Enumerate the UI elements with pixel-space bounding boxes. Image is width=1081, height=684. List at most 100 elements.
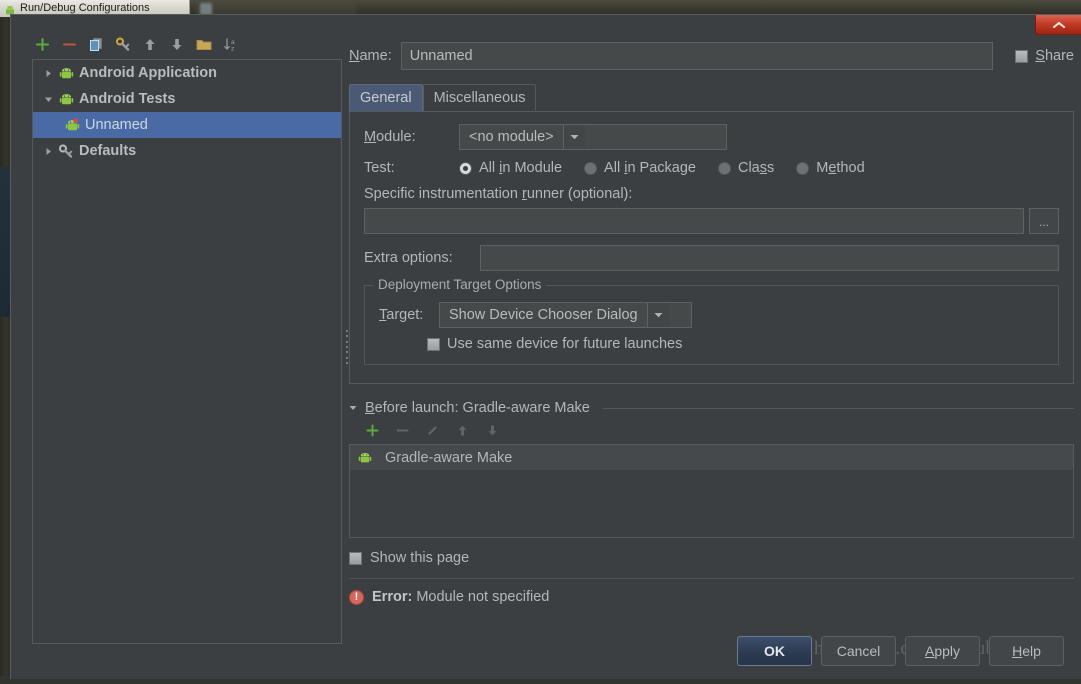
- sort-alphabetically-icon[interactable]: a z: [222, 35, 240, 53]
- extra-options-label: Extra options:: [364, 250, 453, 266]
- radio-label: All in Module: [479, 160, 563, 176]
- chevron-down-icon[interactable]: [562, 125, 585, 149]
- radio-label: Method: [816, 160, 865, 176]
- status-separator: [349, 578, 1074, 579]
- apply-button[interactable]: Apply: [905, 636, 980, 666]
- chevron-down-icon[interactable]: [349, 405, 359, 411]
- edit-pencil-icon[interactable]: [423, 421, 441, 439]
- android-icon: [57, 90, 75, 108]
- share-checkbox[interactable]: Share: [1015, 48, 1074, 64]
- wrench-icon: [57, 142, 75, 160]
- radio-label: All in Package: [604, 160, 696, 176]
- target-combobox[interactable]: Show Device Chooser Dialog: [439, 302, 692, 328]
- dialog-button-bar: OK Cancel Apply Help: [11, 633, 1081, 669]
- test-label: Test:: [364, 160, 395, 176]
- help-button[interactable]: Help: [989, 636, 1064, 666]
- test-scope-radio-group: All in Module All in Package Class Metho…: [459, 160, 865, 176]
- tree-item-label: Unnamed: [85, 117, 148, 133]
- tree-item-label: Defaults: [79, 143, 137, 159]
- configuration-editor: Name: Share General Miscellaneous Module…: [349, 31, 1074, 645]
- test-scope-row: Test: All in Module All in Package Class…: [364, 160, 1059, 176]
- android-test-icon: [63, 116, 81, 134]
- move-up-icon[interactable]: [141, 35, 159, 53]
- desktop-left-strip: [0, 17, 10, 684]
- before-launch-rule: [602, 407, 1074, 409]
- radio-method[interactable]: Method: [796, 160, 865, 176]
- add-icon[interactable]: [33, 35, 51, 53]
- share-label: Share: [1035, 48, 1074, 64]
- ok-button[interactable]: OK: [737, 636, 812, 666]
- radio-dot[interactable]: [459, 161, 472, 175]
- copy-icon[interactable]: [87, 35, 105, 53]
- error-text: Error: Module not specified: [372, 589, 549, 605]
- radio-dot[interactable]: [796, 161, 810, 175]
- tree-item-label: Android Tests: [79, 91, 176, 107]
- screen: Run/Debug Configurations a z Android App…: [0, 0, 1081, 684]
- radio-class[interactable]: Class: [717, 160, 775, 176]
- tab-general[interactable]: General: [349, 84, 423, 111]
- error-prefix: Error:: [372, 589, 413, 605]
- checkbox-box[interactable]: [349, 551, 362, 565]
- same-device-row: Use same device for future launches: [379, 336, 1044, 352]
- checkbox-box[interactable]: [1015, 49, 1029, 63]
- radio-dot[interactable]: [584, 161, 598, 175]
- android-icon: [356, 449, 374, 467]
- error-icon: !: [349, 589, 364, 605]
- move-down-icon[interactable]: [168, 35, 186, 53]
- remove-icon[interactable]: [393, 421, 411, 439]
- module-label: Module:: [364, 129, 416, 145]
- module-combobox[interactable]: <no module>: [459, 124, 727, 150]
- general-tab-panel: Module: <no module> Test: All in Module: [349, 111, 1074, 384]
- radio-all-in-module[interactable]: All in Module: [459, 160, 562, 176]
- tree-item-android-application[interactable]: Android Application: [33, 60, 341, 86]
- configurations-pane: a z Android Application Android Tests Un…: [22, 31, 342, 645]
- radio-label: Class: [737, 160, 775, 176]
- extra-options-input[interactable]: [480, 245, 1059, 271]
- close-icon: [1052, 21, 1065, 28]
- tab-miscellaneous[interactable]: Miscellaneous: [422, 84, 537, 111]
- name-input[interactable]: [400, 42, 994, 70]
- error-message: Module not specified: [416, 589, 550, 605]
- cancel-button[interactable]: Cancel: [821, 636, 896, 666]
- tree-item-defaults[interactable]: Defaults: [33, 138, 341, 164]
- configurations-toolbar: a z: [22, 31, 342, 57]
- folder-icon[interactable]: [195, 35, 213, 53]
- before-launch-list[interactable]: Gradle-aware Make: [349, 444, 1074, 538]
- target-value: Show Device Chooser Dialog: [449, 307, 638, 323]
- save-configuration-icon[interactable]: [114, 35, 132, 53]
- radio-all-in-package[interactable]: All in Package: [584, 160, 696, 176]
- name-row: Name: Share: [349, 41, 1074, 71]
- use-same-device-checkbox[interactable]: Use same device for future launches: [427, 336, 682, 352]
- android-studio-icon: [4, 3, 16, 15]
- deployment-target-options-title: Deployment Target Options: [373, 277, 547, 292]
- configurations-tree[interactable]: Android Application Android Tests Unname…: [32, 59, 342, 644]
- list-item[interactable]: Gradle-aware Make: [350, 445, 1073, 470]
- list-item-label: Gradle-aware Make: [385, 449, 513, 466]
- checkbox-box[interactable]: [427, 337, 440, 351]
- instrumentation-runner-label: Specific instrumentation runner (optiona…: [364, 186, 633, 202]
- chevron-right-icon[interactable]: [39, 60, 57, 86]
- radio-dot[interactable]: [717, 161, 731, 175]
- chevron-down-icon[interactable]: [39, 86, 57, 112]
- before-launch-header[interactable]: Before launch: Gradle-aware Make: [349, 400, 1074, 416]
- remove-icon[interactable]: [60, 35, 78, 53]
- tree-item-unnamed[interactable]: Unnamed: [33, 112, 341, 138]
- extra-options-row: Extra options:: [364, 245, 1059, 271]
- move-down-icon[interactable]: [483, 421, 501, 439]
- deployment-target-options-group: Deployment Target Options Target: Show D…: [364, 277, 1059, 365]
- target-row: Target: Show Device Chooser Dialog: [379, 302, 1044, 328]
- tree-item-android-tests[interactable]: Android Tests: [33, 86, 341, 112]
- use-same-device-label: Use same device for future launches: [447, 336, 683, 352]
- chevron-down-icon[interactable]: [646, 303, 669, 327]
- add-icon[interactable]: [363, 421, 381, 439]
- instrumentation-runner-input[interactable]: [364, 208, 1024, 234]
- chevron-right-icon[interactable]: [39, 138, 57, 164]
- target-label: Target:: [379, 307, 424, 323]
- before-launch-toolbar: [349, 418, 1074, 442]
- show-this-page-checkbox[interactable]: Show this page: [349, 550, 1074, 566]
- show-this-page-label: Show this page: [370, 550, 470, 566]
- run-debug-configurations-dialog: a z Android Application Android Tests Un…: [10, 14, 1081, 679]
- instrumentation-runner-browse-button[interactable]: ...: [1029, 208, 1059, 234]
- desktop-strip-tint: [0, 167, 10, 317]
- move-up-icon[interactable]: [453, 421, 471, 439]
